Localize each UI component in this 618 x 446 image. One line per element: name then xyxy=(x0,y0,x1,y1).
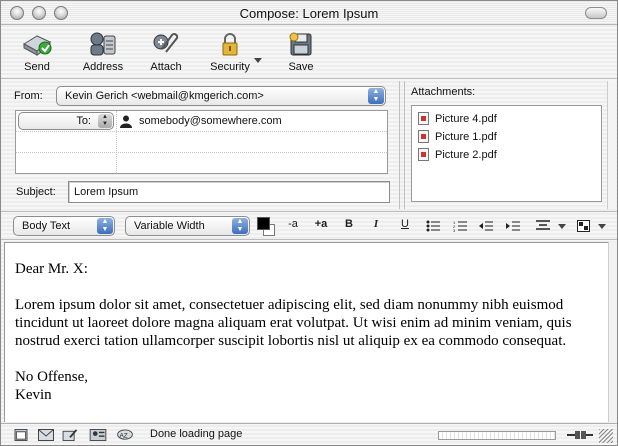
message-signature: Kevin xyxy=(15,387,52,403)
from-label: From: xyxy=(14,90,43,102)
message-greeting: Dear Mr. X: xyxy=(15,261,88,277)
larger-text-button[interactable]: +a xyxy=(312,218,330,230)
attachment-item[interactable]: Picture 1.pdf xyxy=(418,129,497,145)
mail-icon[interactable] xyxy=(38,429,54,441)
save-button[interactable]: Save xyxy=(284,30,318,73)
text-color-swatch xyxy=(257,217,270,230)
online-plug-icon[interactable] xyxy=(567,429,593,441)
bold-button[interactable]: B xyxy=(340,218,358,230)
attachment-name: Picture 4.pdf xyxy=(435,113,497,125)
select-arrows-icon: ▲ ▼ xyxy=(98,114,112,128)
recipient-row-empty[interactable] xyxy=(16,132,387,153)
attachments-label: Attachments: xyxy=(411,86,476,98)
italic-button[interactable]: I xyxy=(367,218,385,230)
address-label: Address xyxy=(82,61,124,73)
paragraph-style-value: Body Text xyxy=(22,220,71,232)
attachments-list[interactable]: Picture 4.pdf Picture 1.pdf Picture 2.pd… xyxy=(411,105,602,202)
body-scrollbar[interactable] xyxy=(608,242,617,422)
lock-icon xyxy=(214,30,246,58)
compose-toolbar: Send Address Attach Security Save xyxy=(1,26,617,79)
smaller-text-button[interactable]: -a xyxy=(284,218,302,230)
text-color-picker[interactable] xyxy=(257,217,277,237)
resize-grip-icon[interactable] xyxy=(599,429,613,443)
status-message: Done loading page xyxy=(150,428,243,440)
address-button[interactable]: Address xyxy=(78,30,128,73)
from-value: Kevin Gerich <webmail@kmgerich.com> xyxy=(65,90,264,102)
attach-label: Attach xyxy=(150,61,182,73)
insert-object-icon[interactable] xyxy=(577,220,590,232)
attachments-pane: Attachments: Picture 4.pdf Picture 1.pdf… xyxy=(407,81,605,209)
send-button[interactable]: Send xyxy=(17,30,57,73)
from-select[interactable]: Kevin Gerich <webmail@kmgerich.com> ▲ ▼ xyxy=(56,86,386,106)
indent-icon[interactable] xyxy=(506,220,520,232)
underline-button[interactable]: U xyxy=(396,218,414,230)
message-body-editor[interactable]: Dear Mr. X: Lorem ipsum dolor sit amet, … xyxy=(4,242,608,422)
address-type-value: To: xyxy=(76,115,91,127)
title-bar[interactable]: Compose: Lorem Ipsum xyxy=(1,1,617,25)
send-icon xyxy=(21,30,53,58)
security-label: Security xyxy=(210,61,250,73)
recipient-row[interactable]: To: ▲ ▼ somebody@somewhere.com xyxy=(16,111,387,132)
svg-text:AZ: AZ xyxy=(119,432,127,439)
attachment-name: Picture 1.pdf xyxy=(435,131,497,143)
browser-icon[interactable] xyxy=(14,429,28,441)
subject-field[interactable]: Lorem Ipsum xyxy=(68,181,390,203)
composer-icon[interactable] xyxy=(62,429,78,441)
paperclip-icon xyxy=(150,30,182,58)
paragraph-style-select[interactable]: Body Text ▲ ▼ xyxy=(13,216,115,236)
person-icon xyxy=(120,115,132,128)
address-book-icon xyxy=(87,30,119,58)
insert-menu-arrow-icon[interactable] xyxy=(598,224,606,229)
select-arrows-icon: ▲ ▼ xyxy=(232,218,248,234)
attachment-item[interactable]: Picture 2.pdf xyxy=(418,147,497,163)
subject-label: Subject: xyxy=(16,186,56,198)
chat-icon[interactable]: AZ xyxy=(116,429,134,441)
font-select[interactable]: Variable Width ▲ ▼ xyxy=(125,216,250,236)
recipient-column-divider xyxy=(116,111,117,173)
message-closing-line: No Offense, xyxy=(15,369,89,385)
address-book-small-icon[interactable] xyxy=(89,429,107,441)
address-header: From: Kevin Gerich <webmail@kmgerich.com… xyxy=(5,81,397,209)
loading-progress-bar xyxy=(438,431,556,440)
align-menu-arrow-icon[interactable] xyxy=(558,224,566,229)
security-menu-arrow-icon[interactable] xyxy=(254,58,262,63)
select-arrows-icon: ▲ ▼ xyxy=(97,218,113,234)
attachment-item[interactable]: Picture 4.pdf xyxy=(418,111,497,127)
save-label: Save xyxy=(288,61,314,73)
recipient-list[interactable]: To: ▲ ▼ somebody@somewhere.com xyxy=(15,110,388,174)
recipient-row-empty[interactable] xyxy=(16,153,387,174)
align-icon[interactable] xyxy=(536,220,552,232)
pdf-file-icon xyxy=(418,148,429,161)
outdent-icon[interactable] xyxy=(479,220,493,232)
send-label: Send xyxy=(24,61,50,73)
pdf-file-icon xyxy=(418,112,429,125)
message-paragraph: Lorem ipsum dolor sit amet, consectetuer… xyxy=(15,297,572,349)
window-title: Compose: Lorem Ipsum xyxy=(239,6,379,21)
formatting-toolbar: Body Text ▲ ▼ Variable Width ▲ ▼ -a +a B I… xyxy=(1,211,617,240)
address-type-select[interactable]: To: ▲ ▼ xyxy=(18,112,114,130)
attachment-name: Picture 2.pdf xyxy=(435,149,497,161)
select-arrows-icon: ▲ ▼ xyxy=(368,88,384,104)
attachments-scrollbar[interactable] xyxy=(607,81,616,209)
svg-text:3: 3 xyxy=(453,228,456,232)
status-bar: AZ Done loading page xyxy=(1,423,617,445)
bullet-list-icon[interactable] xyxy=(426,220,440,232)
font-value: Variable Width xyxy=(134,220,205,232)
toolbar-toggle-button[interactable] xyxy=(585,7,607,19)
recipient-address[interactable]: somebody@somewhere.com xyxy=(139,115,282,127)
splitter-handle[interactable] xyxy=(399,81,405,209)
compose-window: Compose: Lorem Ipsum Send Address Attach… xyxy=(0,0,618,446)
pdf-file-icon xyxy=(418,130,429,143)
attach-button[interactable]: Attach xyxy=(146,30,186,73)
numbered-list-icon[interactable]: 123 xyxy=(453,220,467,232)
security-button[interactable]: Security xyxy=(206,30,254,73)
save-disk-icon xyxy=(285,30,317,58)
